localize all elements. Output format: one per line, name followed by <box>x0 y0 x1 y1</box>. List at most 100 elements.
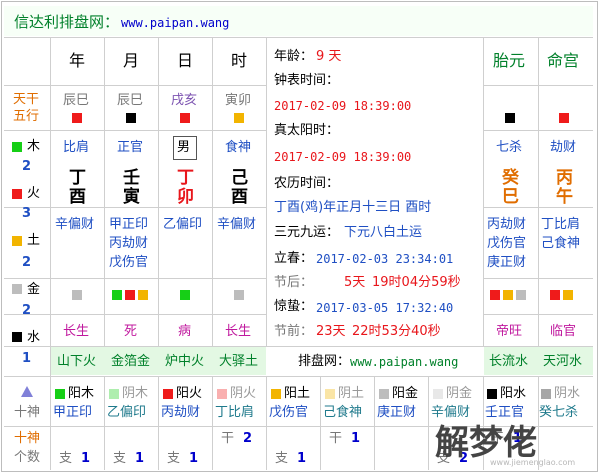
wood-square <box>12 142 22 152</box>
stem-taiyuan: 癸 <box>502 168 519 188</box>
tengod-month: 正官 <box>117 140 144 155</box>
shishen-label: 十神 <box>14 405 41 420</box>
yuanyun-value: 下元八白土运 <box>344 225 423 240</box>
age-value: 9 天 <box>316 49 342 64</box>
triangle-up-icon[interactable] <box>21 386 33 397</box>
fire-square <box>12 189 22 199</box>
hidden-year: 辛偏财 <box>55 217 95 232</box>
hidden-month-3: 戊伤官 <box>109 255 149 270</box>
element-square <box>559 113 569 123</box>
fire-count: 3 <box>22 206 32 221</box>
header-minggong: 命宫 <box>547 51 580 70</box>
kongwang-year: 辰巳 <box>63 93 90 108</box>
hidden-minggong-1: 丁比肩 <box>541 217 581 232</box>
element-square <box>126 113 136 123</box>
branch-taiyuan: 巳 <box>502 187 519 207</box>
zhi-label: 支 <box>59 451 73 466</box>
yinyang-label: 阴金 <box>446 386 473 401</box>
paipan-url[interactable]: www.paipan.wang <box>350 356 458 368</box>
element-square <box>490 290 500 300</box>
element-square <box>180 290 190 300</box>
hidden-month-1: 甲正印 <box>109 217 149 232</box>
header-hour: 时 <box>231 51 248 70</box>
element-square <box>234 113 244 123</box>
zhi-count: 1 <box>135 451 145 466</box>
zhi-count: 1 <box>297 451 307 466</box>
yinyang-label: 阴火 <box>230 386 257 401</box>
kongwang-month: 辰巳 <box>117 93 144 108</box>
yinyang-label: 阳水 <box>500 386 527 401</box>
element-square <box>503 290 513 300</box>
count-label: 十神 <box>14 431 41 446</box>
element-square <box>72 290 82 300</box>
site-header-url[interactable]: www.paipan.wang <box>121 17 229 29</box>
yinyang-label: 阳火 <box>176 386 203 401</box>
yinyang-label: 阴木 <box>122 386 149 401</box>
lichun-after-label: 节后： <box>274 275 314 290</box>
wood-label: 木 <box>27 139 41 154</box>
hidden-taiyuan-3: 庚正财 <box>487 255 527 270</box>
hidden-taiyuan-2: 戊伤官 <box>487 236 527 251</box>
clock-time-label: 钟表时间： <box>274 73 340 88</box>
nayin-minggong: 天河水 <box>543 354 583 369</box>
branch-hour: 酉 <box>231 187 248 207</box>
stem-minggong: 丙 <box>556 168 573 188</box>
gan-label: 干 <box>221 431 235 446</box>
solar-time-label: 真太阳时： <box>274 123 340 138</box>
yuanyun-label: 三元九运： <box>274 225 340 240</box>
element-square <box>505 113 515 123</box>
stage-year: 长生 <box>63 324 90 339</box>
element-square <box>163 389 173 399</box>
element-square <box>563 290 573 300</box>
element-square <box>379 389 389 399</box>
shishen-value: 己食神 <box>323 405 363 420</box>
element-square <box>109 389 119 399</box>
lichun-value: 2017-02-03 23:34:01 <box>316 252 454 266</box>
tengod-year: 比肩 <box>63 140 90 155</box>
header-year: 年 <box>69 51 86 70</box>
kongwang-day: 戌亥 <box>171 93 198 108</box>
stem-month: 壬 <box>123 168 140 188</box>
hidden-taiyuan-1: 丙劫财 <box>487 217 527 232</box>
water-label: 水 <box>27 330 41 345</box>
element-square <box>487 389 497 399</box>
gan-label: 干 <box>329 431 343 446</box>
metal-label: 金 <box>27 282 41 297</box>
age-label: 年龄： <box>274 49 314 64</box>
element-square <box>516 290 526 300</box>
yinyang-label: 阴水 <box>554 386 581 401</box>
stage-day: 病 <box>178 324 192 339</box>
metal-count: 2 <box>22 303 32 318</box>
element-square <box>217 389 227 399</box>
stage-taiyuan: 帝旺 <box>496 324 523 339</box>
solar-time-value: 2017-02-09 18:39:00 <box>274 150 412 164</box>
shishen-value: 癸七杀 <box>539 405 579 420</box>
nayin-day: 炉中火 <box>165 354 205 369</box>
branch-month: 寅 <box>123 187 140 207</box>
jingzhe-label: 惊蛰： <box>274 299 314 314</box>
gan-count: 2 <box>243 431 253 446</box>
shishen-value: 丁比肩 <box>215 405 255 420</box>
site-header-label: 信达利排盘网： <box>14 13 120 31</box>
shishen-value: 乙偏印 <box>107 405 147 420</box>
element-square <box>112 290 122 300</box>
zhi-label: 支 <box>275 451 289 466</box>
element-square <box>541 389 551 399</box>
earth-square <box>12 236 22 246</box>
wood-count: 2 <box>22 159 32 174</box>
label-wuxing: 五行 <box>13 109 40 124</box>
zhi-label: 支 <box>167 451 181 466</box>
shishen-value: 甲正印 <box>53 405 93 420</box>
nayin-taiyuan: 长流水 <box>489 354 529 369</box>
hidden-month-2: 丙劫财 <box>109 236 149 251</box>
clock-time-value: 2017-02-09 18:39:00 <box>274 99 412 113</box>
element-square <box>72 113 82 123</box>
lichun-label: 立春： <box>274 251 314 266</box>
yinyang-label: 阳土 <box>284 386 311 401</box>
fire-label: 火 <box>27 186 41 201</box>
water-count: 1 <box>22 351 32 366</box>
element-square <box>433 389 443 399</box>
lunar-value: 丁酉(鸡)年正月十三日 酉时 <box>274 200 432 215</box>
nayin-year: 山下火 <box>57 354 97 369</box>
stage-month: 死 <box>124 324 138 339</box>
